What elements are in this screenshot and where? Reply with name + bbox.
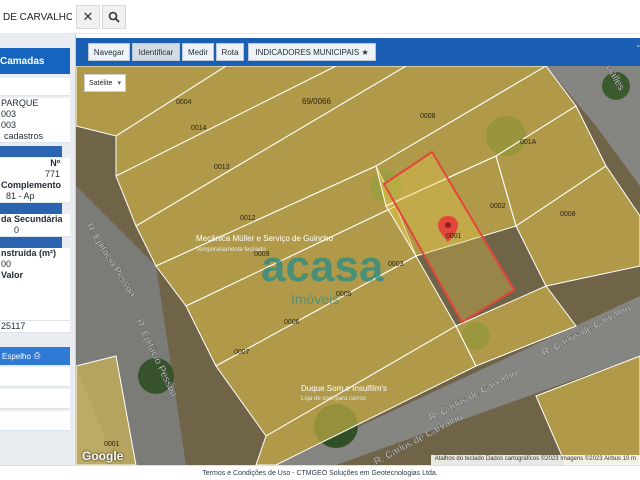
google-logo: Google	[82, 449, 124, 463]
search-button[interactable]	[102, 5, 126, 29]
map-type-label: Satélite	[89, 79, 113, 87]
municipal-indicators-button[interactable]: INDICADORES MUNICIPAIS ★	[248, 43, 376, 61]
business-sublabel: Loja de som para carros	[301, 396, 366, 402]
footer: Termos e Condições de Uso - CTMGEO Soluç…	[0, 465, 640, 480]
parcel-label: 0003	[388, 261, 404, 268]
svg-text:Imóveis: Imóveis	[291, 291, 339, 307]
section-header	[0, 237, 62, 248]
panel-row	[0, 389, 70, 409]
tool-measure[interactable]: Medir	[182, 43, 214, 61]
parcel-label: 0008	[560, 211, 576, 218]
tab-layers-label: Camadas	[0, 55, 45, 67]
tab-layers[interactable]: Camadas	[0, 48, 70, 74]
secondary-area-value: 0	[0, 225, 70, 237]
parcel-label: 0001	[104, 441, 120, 448]
cadastros-value: cadastros	[0, 131, 70, 143]
parcel-label: 0008	[420, 113, 436, 120]
footer-terms-link[interactable]: Termos e Condições de Uso - CTMGEO Soluç…	[202, 470, 437, 477]
tool-route-label: Rota	[221, 47, 239, 57]
tool-measure-label: Medir	[187, 47, 208, 57]
section-header	[0, 203, 62, 214]
clear-search-button[interactable]: ✕	[76, 5, 100, 29]
parcel-label: 0007	[234, 349, 250, 356]
parcel-label: 0012	[240, 215, 256, 222]
registration-value: 25117	[0, 321, 70, 333]
app-window: ✕ Camadas PARQUE 003 003 cadastros Nº 77…	[0, 0, 640, 480]
tool-identify-label: Identificar	[138, 47, 174, 57]
mirror-button[interactable]: Espelho ⎙	[0, 347, 70, 365]
business-sublabel: Temporariamente fechado	[196, 247, 266, 253]
svg-text:acasa: acasa	[261, 242, 384, 291]
parcel-label: 0014	[191, 125, 207, 132]
municipal-indicators-label: INDICADORES MUNICIPAIS ★	[255, 47, 369, 57]
map-canvas: 0004 0014 0013 0012 0009 69/0066 0008 00…	[76, 66, 640, 465]
map-toolbar: Navegar Identificar Medir Rota INDICADOR…	[76, 38, 640, 66]
panel-row	[0, 367, 70, 387]
tool-identify[interactable]: Identificar	[132, 43, 180, 61]
parcel-label: 69/0066	[302, 97, 331, 106]
parcel-label: 0013	[214, 164, 230, 171]
tool-route[interactable]: Rota	[216, 43, 244, 61]
business-label: Duque Som e Insulfilm's	[301, 384, 387, 393]
mirror-button-label: Espelho	[2, 351, 31, 361]
close-icon: ✕	[82, 9, 94, 24]
tool-navigate-label: Navegar	[93, 47, 125, 57]
section-header	[0, 146, 62, 157]
address-search-input[interactable]	[0, 4, 72, 30]
parcel-label: 0002	[490, 203, 506, 210]
value-empty	[0, 281, 70, 321]
map-attribution: Atalhos do teclado Dados cartográficos ©…	[430, 455, 640, 465]
map-type-select[interactable]: Satélite ▾	[84, 74, 126, 92]
parcel-label: 0004	[176, 99, 192, 106]
chevron-down-icon: ▾	[117, 80, 121, 87]
map-view[interactable]: 0004 0014 0013 0012 0009 69/0066 0008 00…	[76, 66, 640, 465]
panel-row	[0, 411, 70, 431]
complement-value: 81 - Ap	[0, 191, 70, 203]
panel-spacer	[0, 78, 70, 96]
left-info-panel: Camadas PARQUE 003 003 cadastros Nº 771 …	[0, 34, 76, 465]
toolbar-right-label: -	[636, 41, 640, 52]
parcel-label: 0006	[284, 319, 300, 326]
parcel-label: 001A	[520, 139, 537, 146]
tool-navigate[interactable]: Navegar	[88, 43, 130, 61]
search-icon	[108, 11, 120, 23]
parcel-label: 0001	[446, 233, 462, 240]
print-icon: ⎙	[33, 351, 41, 360]
top-bar: ✕	[0, 0, 640, 34]
